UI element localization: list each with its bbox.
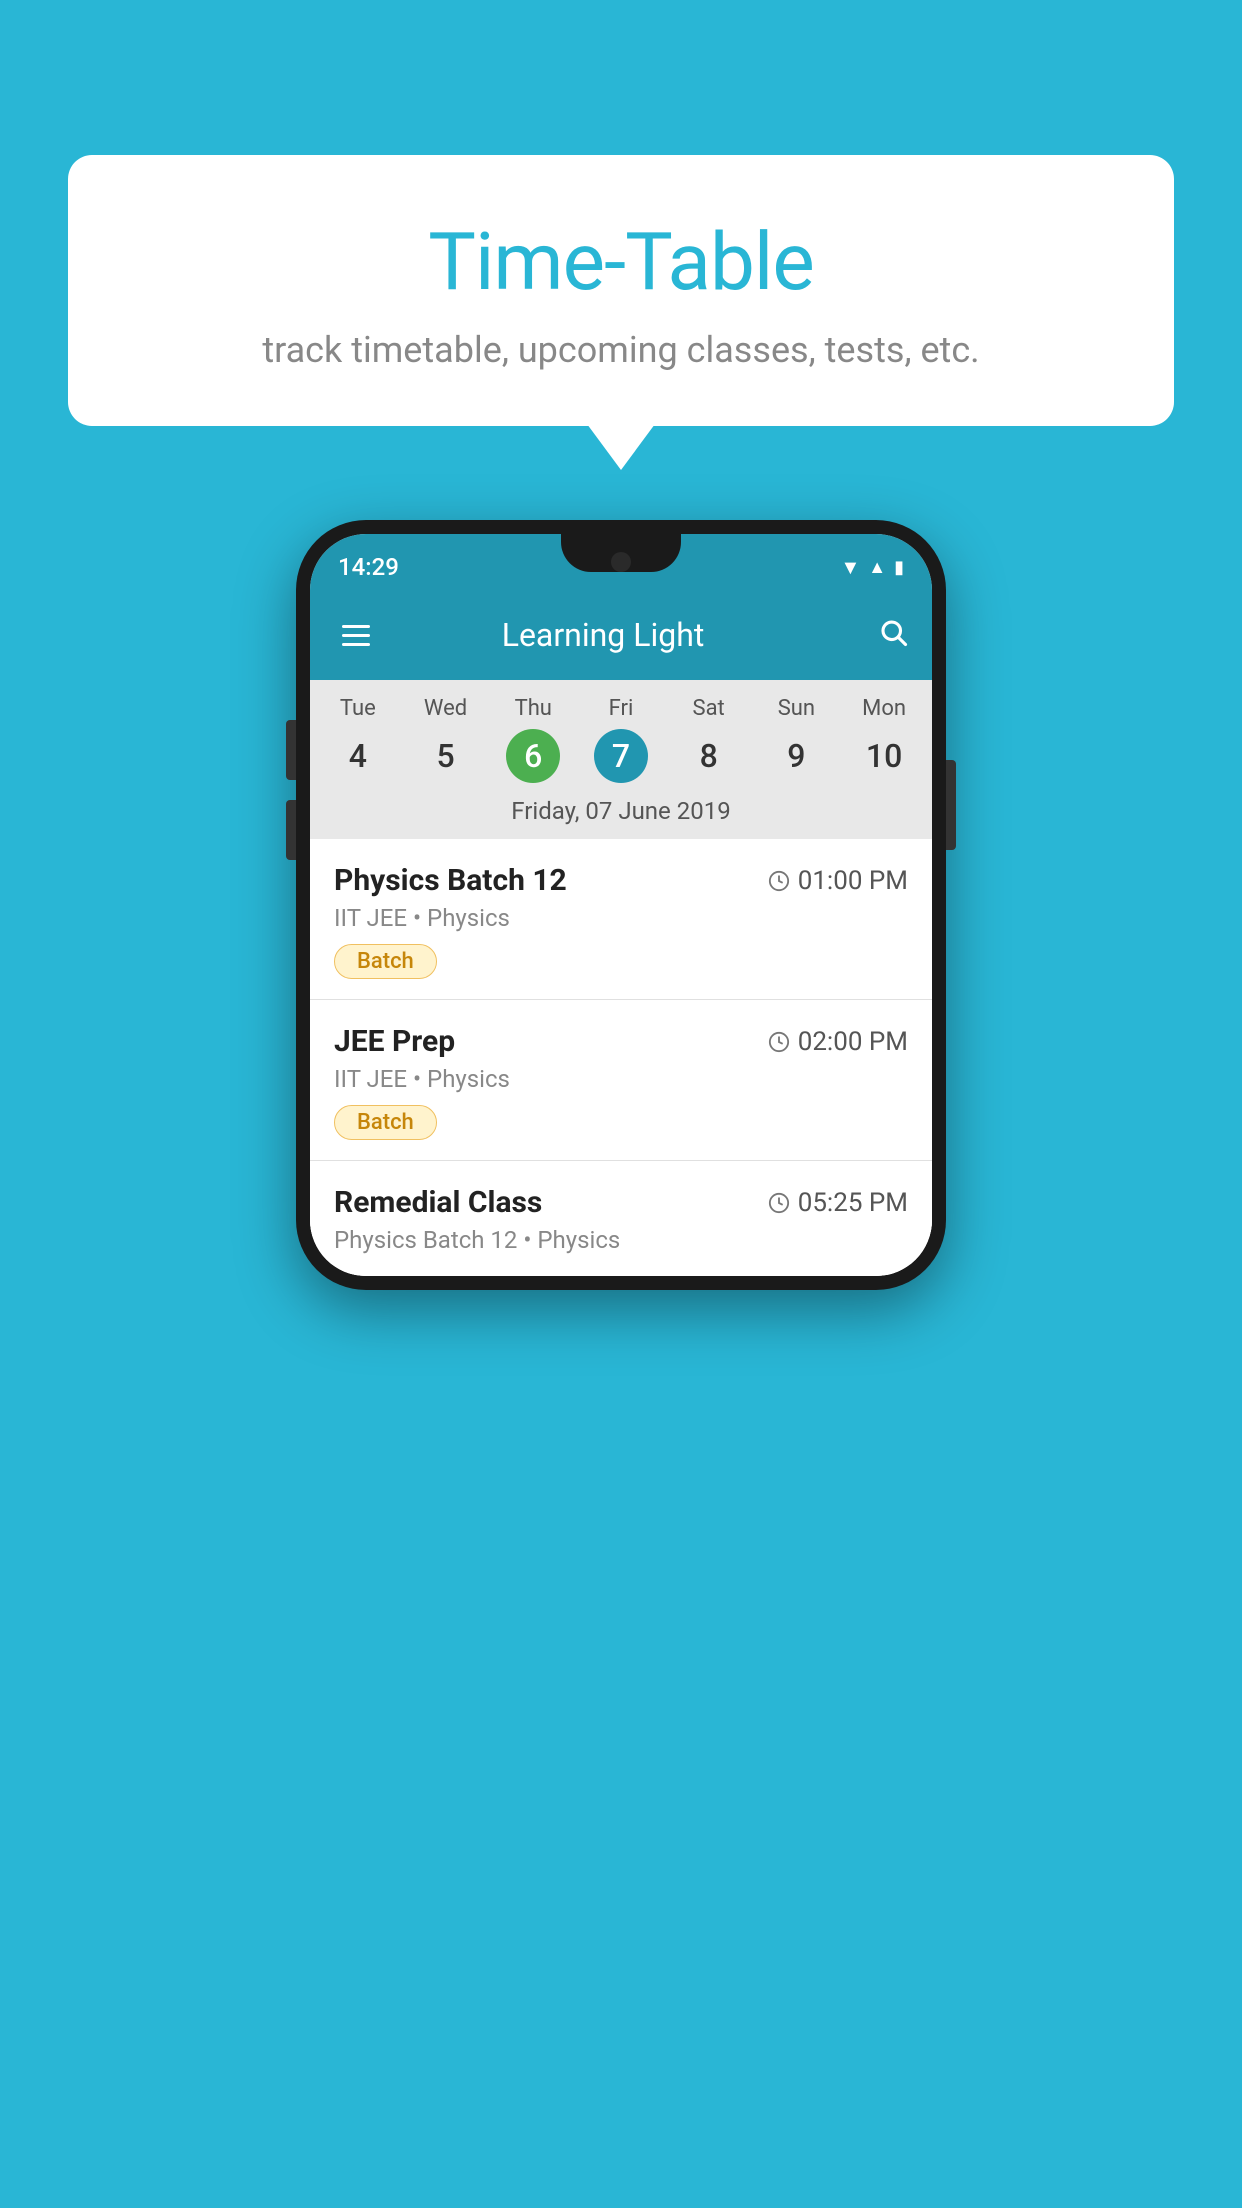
- schedule-title: Physics Batch 12: [334, 863, 567, 898]
- phone-frame: 14:29 ▼ ▲ ▮ Learning Light: [296, 520, 946, 1290]
- schedule-time: 05:25 PM: [768, 1188, 908, 1218]
- calendar-day[interactable]: Wed 5: [406, 696, 486, 783]
- bubble-title: Time-Table: [118, 215, 1124, 309]
- calendar-day[interactable]: Tue 4: [318, 696, 398, 783]
- schedule-time-text: 05:25 PM: [798, 1188, 908, 1218]
- day-name: Fri: [609, 696, 634, 721]
- phone-wrapper: 14:29 ▼ ▲ ▮ Learning Light: [296, 520, 946, 1290]
- speech-bubble: Time-Table track timetable, upcoming cla…: [68, 155, 1174, 426]
- calendar-day[interactable]: Mon 10: [844, 696, 924, 783]
- day-name: Tue: [340, 696, 376, 721]
- clock-icon: [768, 1031, 790, 1053]
- volume-up-button[interactable]: [286, 720, 296, 780]
- calendar-day[interactable]: Sun 9: [756, 696, 836, 783]
- signal-icon: ▲: [868, 557, 886, 578]
- schedule-item[interactable]: JEE Prep 02:00 PM IIT JEE • Physics Batch: [310, 1000, 932, 1161]
- app-toolbar: Learning Light: [310, 590, 932, 680]
- schedule-item[interactable]: Remedial Class 05:25 PM Physics Batch 12 •…: [310, 1161, 932, 1276]
- status-time: 14:29: [338, 553, 399, 581]
- status-icons: ▼ ▲ ▮: [840, 555, 904, 580]
- day-number[interactable]: 7: [594, 729, 648, 783]
- power-button[interactable]: [946, 760, 956, 850]
- schedule-item[interactable]: Physics Batch 12 01:00 PM IIT JEE • Physic…: [310, 839, 932, 1000]
- day-number[interactable]: 10: [857, 729, 911, 783]
- calendar-header: Tue 4 Wed 5 Thu 6 Fri 7 Sat 8 Sun 9 Mon 10: [310, 680, 932, 789]
- batch-tag: Batch: [334, 944, 437, 979]
- volume-down-button[interactable]: [286, 800, 296, 860]
- schedule-list: Physics Batch 12 01:00 PM IIT JEE • Physic…: [310, 839, 932, 1276]
- day-name: Wed: [424, 696, 467, 721]
- day-name: Mon: [862, 696, 906, 721]
- schedule-meta: Physics Batch 12 • Physics: [334, 1226, 908, 1254]
- schedule-time: 01:00 PM: [768, 866, 908, 896]
- phone-screen: 14:29 ▼ ▲ ▮ Learning Light: [310, 534, 932, 1276]
- schedule-time: 02:00 PM: [768, 1027, 908, 1057]
- day-number[interactable]: 9: [769, 729, 823, 783]
- calendar-day[interactable]: Thu 6: [493, 696, 573, 783]
- schedule-time-text: 01:00 PM: [798, 866, 908, 896]
- schedule-meta: IIT JEE • Physics: [334, 904, 908, 932]
- batch-tag: Batch: [334, 1105, 437, 1140]
- clock-icon: [768, 1192, 790, 1214]
- clock-icon: [768, 870, 790, 892]
- day-name: Sun: [778, 696, 815, 721]
- schedule-title: Remedial Class: [334, 1185, 542, 1220]
- phone-notch: [561, 534, 681, 572]
- schedule-time-text: 02:00 PM: [798, 1027, 908, 1057]
- day-number[interactable]: 5: [419, 729, 473, 783]
- day-name: Sat: [693, 696, 725, 721]
- wifi-icon: ▼: [840, 555, 860, 580]
- camera-icon: [611, 552, 631, 572]
- bubble-subtitle: track timetable, upcoming classes, tests…: [118, 329, 1124, 371]
- day-number[interactable]: 8: [682, 729, 736, 783]
- search-button[interactable]: [878, 617, 908, 654]
- day-number[interactable]: 4: [331, 729, 385, 783]
- schedule-item-header: Remedial Class 05:25 PM: [334, 1185, 908, 1220]
- schedule-meta: IIT JEE • Physics: [334, 1065, 908, 1093]
- app-title: Learning Light: [348, 616, 858, 654]
- day-name: Thu: [515, 696, 552, 721]
- battery-icon: ▮: [894, 557, 904, 578]
- schedule-item-header: Physics Batch 12 01:00 PM: [334, 863, 908, 898]
- day-number[interactable]: 6: [506, 729, 560, 783]
- calendar-day[interactable]: Sat 8: [669, 696, 749, 783]
- schedule-item-header: JEE Prep 02:00 PM: [334, 1024, 908, 1059]
- schedule-title: JEE Prep: [334, 1024, 455, 1059]
- calendar-date-label: Friday, 07 June 2019: [310, 789, 932, 839]
- calendar-day[interactable]: Fri 7: [581, 696, 661, 783]
